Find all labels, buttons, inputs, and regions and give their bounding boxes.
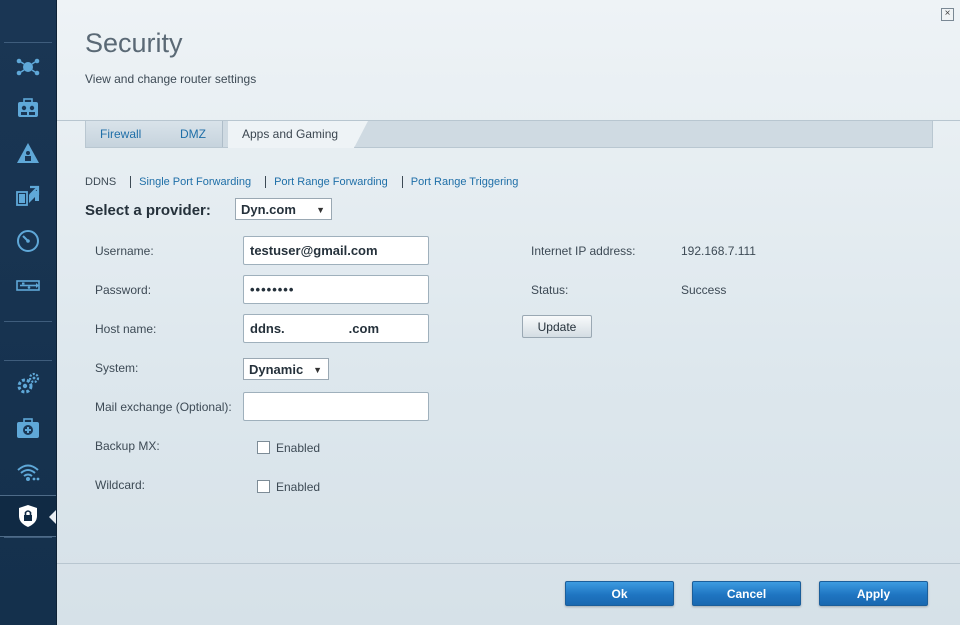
sidebar-nav: [0, 0, 57, 625]
chevron-down-icon: ▼: [316, 205, 325, 215]
wildcard-checkbox-label: Enabled: [276, 480, 321, 494]
sidebar-item-connectivity[interactable]: [0, 365, 56, 403]
sidebar-separator: [4, 537, 52, 538]
subnav-divider: [130, 176, 132, 188]
connectivity-icon: [17, 372, 40, 394]
subnav-ddns[interactable]: DDNS: [85, 176, 116, 188]
sidebar-separator: [4, 321, 52, 322]
sidebar-item-media-prioritization[interactable]: [0, 177, 56, 215]
sidebar-separator: [4, 42, 52, 43]
tab-firewall[interactable]: Firewall: [86, 121, 167, 147]
tab-apps-and-gaming[interactable]: Apps and Gaming: [228, 121, 368, 148]
sidebar-item-parental-controls[interactable]: [0, 134, 56, 172]
sidebar-item-usb-storage[interactable]: [0, 266, 56, 304]
password-field[interactable]: ••••••••: [243, 275, 429, 304]
apply-button[interactable]: Apply: [819, 581, 928, 606]
cancel-button[interactable]: Cancel: [692, 581, 801, 606]
username-field[interactable]: testuser@gmail.com: [243, 236, 429, 265]
system-label: System:: [95, 361, 139, 375]
provider-select[interactable]: Dyn.com ▼: [235, 198, 332, 220]
system-select-value: Dynamic: [249, 362, 304, 377]
sidebar-item-speed-test[interactable]: [0, 222, 56, 260]
internet-ip-label: Internet IP address:: [531, 244, 636, 258]
subnav-single-port-forwarding[interactable]: Single Port Forwarding: [139, 176, 251, 188]
footer-divider: [57, 563, 960, 564]
sidebar-separator: [4, 360, 52, 361]
subnav-port-range-forwarding[interactable]: Port Range Forwarding: [274, 176, 388, 188]
sidebar-item-network-map[interactable]: [0, 47, 56, 85]
provider-select-value: Dyn.com: [241, 202, 296, 217]
ok-button[interactable]: Ok: [565, 581, 674, 606]
network-map-icon: [16, 58, 40, 76]
internet-ip-value: 192.168.7.111: [681, 244, 756, 258]
hostname-suffix: .com: [348, 321, 380, 336]
subnav-divider: [401, 176, 403, 188]
wildcard-label: Wildcard:: [95, 478, 146, 492]
guest-access-icon: [18, 98, 38, 117]
wireless-icon: [17, 464, 40, 481]
backup-mx-label: Backup MX:: [95, 439, 160, 453]
main-panel: × Security View and change router settin…: [57, 0, 960, 625]
page-title: Security: [85, 28, 183, 58]
hostname-label: Host name:: [95, 322, 157, 336]
subnav-port-range-triggering[interactable]: Port Range Triggering: [411, 176, 519, 188]
speed-test-icon: [17, 230, 39, 252]
security-icon: [19, 505, 37, 527]
subnav-divider: [265, 176, 267, 188]
tab-bar: Firewall DMZ Apps and Gaming: [85, 121, 933, 148]
sidebar-item-guest-access[interactable]: [0, 89, 56, 127]
status-value: Success: [681, 283, 727, 297]
page-subtitle: View and change router settings: [85, 72, 257, 86]
hostname-field[interactable]: ddns. .com: [243, 314, 429, 343]
close-icon[interactable]: ×: [941, 8, 954, 21]
usb-storage-icon: [16, 280, 40, 291]
sidebar-item-troubleshooting[interactable]: [0, 409, 56, 447]
mail-exchange-label: Mail exchange (Optional):: [95, 400, 232, 414]
backup-mx-checkbox[interactable]: [257, 441, 270, 454]
username-label: Username:: [95, 244, 154, 258]
sidebar-item-security[interactable]: [0, 495, 56, 537]
subnav: DDNS Single Port Forwarding Port Range F…: [85, 176, 518, 188]
status-label: Status:: [531, 283, 569, 297]
provider-label: Select a provider:: [85, 202, 211, 219]
media-prioritization-icon: [16, 185, 40, 206]
parental-controls-icon: [17, 143, 39, 163]
system-select[interactable]: Dynamic ▼: [243, 358, 329, 380]
sidebar-item-wireless[interactable]: [0, 453, 56, 491]
update-button[interactable]: Update: [522, 315, 592, 338]
troubleshooting-icon: [17, 418, 39, 438]
hostname-prefix: ddns.: [250, 321, 285, 336]
mail-exchange-field[interactable]: [243, 392, 429, 421]
password-label: Password:: [95, 283, 152, 297]
backup-mx-checkbox-label: Enabled: [276, 441, 321, 455]
tab-dmz[interactable]: DMZ: [166, 121, 223, 147]
chevron-down-icon: ▼: [313, 365, 322, 375]
wildcard-checkbox[interactable]: [257, 480, 270, 493]
